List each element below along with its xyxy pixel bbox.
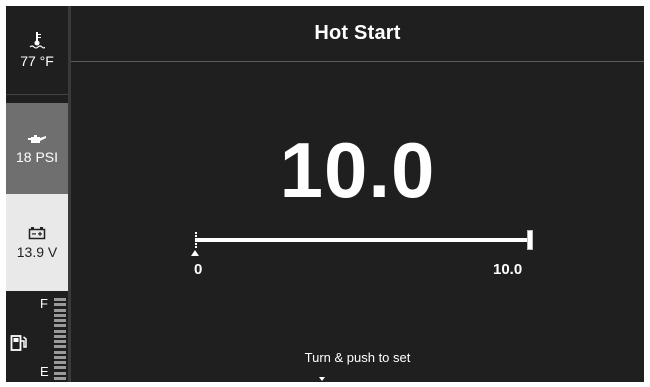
- oil-can-icon: [28, 134, 46, 143]
- fuel-level-gauge: [54, 298, 66, 380]
- oil-pressure-value: 18 PSI: [15, 148, 59, 165]
- battery-tile[interactable]: 13.9 V: [6, 194, 68, 291]
- water-temp-tile[interactable]: 77 °F: [6, 6, 68, 95]
- sidebar: 77 °F 18 PSI 13.9 V F E: [6, 6, 68, 382]
- slider-handle[interactable]: [527, 230, 533, 250]
- battery-icon: [28, 226, 46, 239]
- water-temp-value: 77 °F: [20, 53, 54, 69]
- slider-min-label: 0: [194, 261, 203, 278]
- fuel-pump-icon: [10, 335, 27, 351]
- display-frame: 77 °F 18 PSI 13.9 V F E Hot Start 10.0 0…: [6, 6, 644, 382]
- setting-slider-track[interactable]: [195, 238, 532, 242]
- setting-value: 10.0: [279, 126, 436, 214]
- slider-max-label: 10.0: [493, 261, 523, 278]
- fuel-full-label: F: [40, 296, 48, 311]
- fuel-empty-label: E: [40, 364, 49, 379]
- page-title: Hot Start: [314, 22, 401, 44]
- header: Hot Start: [71, 6, 644, 62]
- slider-min-marker-icon: [191, 250, 199, 256]
- slider-min-tick: [195, 232, 199, 248]
- oil-pressure-tile[interactable]: 18 PSI: [6, 103, 68, 194]
- hint-text: Turn & push to set: [304, 350, 411, 365]
- down-arrow-icon: [319, 377, 325, 381]
- water-temperature-icon: [29, 32, 45, 49]
- battery-value: 13.9 V: [16, 243, 58, 260]
